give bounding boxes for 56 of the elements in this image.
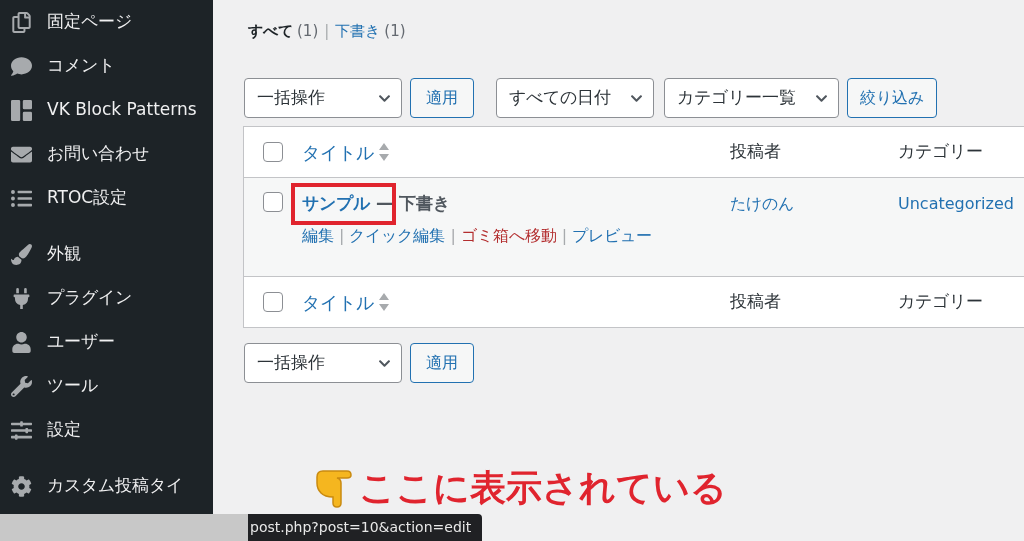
- checkbox[interactable]: [263, 292, 283, 312]
- list-icon: [11, 187, 32, 209]
- apply-button[interactable]: 適用: [410, 343, 474, 383]
- apply-button[interactable]: 適用: [410, 78, 474, 118]
- author-column-header: 投稿者: [730, 291, 781, 312]
- sort-icon: [378, 292, 390, 312]
- row-action-link[interactable]: プレビュー: [572, 224, 653, 248]
- author-column-header: 投稿者: [730, 141, 781, 162]
- grid-icon: [11, 99, 32, 121]
- sidebar-item[interactable]: ツール: [0, 364, 213, 408]
- annotation-text: ここに表示されている: [359, 466, 727, 510]
- action-separator: |: [561, 225, 568, 247]
- sidebar-item[interactable]: 固定ページ: [0, 0, 213, 44]
- plug-icon: [11, 287, 32, 309]
- gear-icon: [11, 475, 32, 497]
- checkbox[interactable]: [263, 142, 283, 162]
- bulk-action-select[interactable]: 一括操作: [244, 343, 402, 383]
- status-filter-link[interactable]: 下書き (1): [335, 19, 406, 43]
- post-state: — 下書き: [376, 192, 450, 216]
- sidebar-item[interactable]: RTOC設定: [0, 176, 213, 220]
- action-separator: |: [339, 225, 345, 247]
- date-filter-select[interactable]: すべての日付: [496, 78, 654, 118]
- sidebar-item[interactable]: 外観: [0, 232, 213, 276]
- sidebar-item[interactable]: コメント: [0, 44, 213, 88]
- post-title-link[interactable]: サンプル: [302, 191, 370, 217]
- sidebar-item[interactable]: ユーザー: [0, 320, 213, 364]
- status-filter-link[interactable]: すべて (1): [248, 19, 319, 43]
- checkbox[interactable]: [263, 192, 283, 212]
- author-link[interactable]: たけのん: [730, 194, 794, 213]
- bulk-action-select[interactable]: 一括操作: [244, 78, 402, 118]
- sidebar-item[interactable]: VK Block Patterns: [0, 88, 213, 132]
- filter-separator: |: [324, 20, 330, 42]
- category-column-header: カテゴリー: [898, 141, 983, 162]
- sidebar-item[interactable]: お問い合わせ: [0, 132, 213, 176]
- filter-button[interactable]: 絞り込み: [847, 78, 937, 118]
- pointing-hand-icon: [313, 467, 353, 509]
- sidebar-item[interactable]: 設定: [0, 408, 213, 452]
- category-link[interactable]: Uncategorized: [898, 194, 1014, 213]
- comment-icon: [11, 55, 32, 77]
- pages-icon: [11, 11, 32, 33]
- category-filter-select[interactable]: カテゴリー一覧: [664, 78, 839, 118]
- status-url: post.php?post=10&action=edit: [250, 518, 472, 537]
- action-separator: |: [450, 225, 456, 247]
- wrench-icon: [11, 375, 32, 397]
- category-column-header: カテゴリー: [898, 291, 983, 312]
- user-icon: [11, 331, 32, 353]
- title-column-header[interactable]: タイトル: [302, 138, 374, 166]
- sidebar-item[interactable]: カスタム投稿タイ: [0, 464, 213, 508]
- sidebar-item[interactable]: プラグイン: [0, 276, 213, 320]
- title-column-header[interactable]: タイトル: [302, 288, 374, 316]
- sliders-icon: [11, 419, 32, 441]
- paintbrush-icon: [11, 243, 32, 265]
- trash-link[interactable]: ゴミ箱へ移動: [460, 224, 557, 248]
- row-action-link[interactable]: クイック編集: [349, 224, 446, 248]
- sort-icon: [378, 142, 390, 162]
- row-action-link[interactable]: 編集: [302, 224, 334, 248]
